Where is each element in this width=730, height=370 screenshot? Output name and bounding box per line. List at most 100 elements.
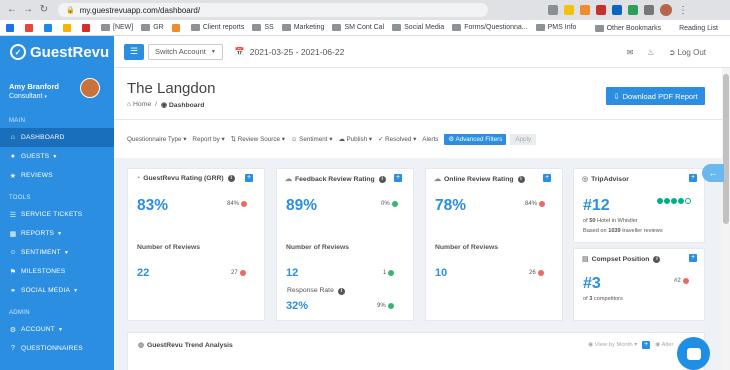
crumb-home[interactable]: ⌂ Home xyxy=(127,101,151,109)
bookmark-folder[interactable]: [NEW] xyxy=(101,24,133,31)
mail-icon[interactable]: ✉ xyxy=(627,48,634,57)
avatar[interactable] xyxy=(80,78,100,98)
reload-icon[interactable]: ↻ xyxy=(38,4,50,16)
sidebar-item-reviews[interactable]: ★ REVIEWS xyxy=(0,166,114,185)
filter-review-source[interactable]: ⇅ Review Source ▾ xyxy=(231,136,285,143)
view-by-dropdown[interactable]: ◉ View by Month ▾ xyxy=(588,342,637,348)
bookmark-icon xyxy=(25,23,33,32)
info-icon[interactable]: i xyxy=(378,175,386,183)
linkedin-icon[interactable] xyxy=(612,5,622,15)
forward-icon[interactable]: → xyxy=(22,4,34,16)
section-label-admin: ADMIN xyxy=(9,310,30,316)
extension-icon[interactable] xyxy=(580,5,590,15)
sidebar-item-dashboard[interactable]: ⌂ DASHBOARD xyxy=(0,128,114,147)
filter-alerts[interactable]: Alerts xyxy=(422,136,438,143)
filter-questionnaire-type[interactable]: Questionnaire Type ▾ xyxy=(127,136,186,143)
bookmark-folder[interactable]: Forms/Questionna... xyxy=(452,24,528,31)
hamburger-menu-button[interactable]: ☰ xyxy=(124,43,144,60)
info-icon[interactable]: i xyxy=(517,175,525,183)
feedback-tab[interactable]: ← xyxy=(702,164,724,182)
bookmark-item[interactable] xyxy=(82,23,93,32)
filter-link[interactable]: ◉ Alter xyxy=(655,342,673,348)
back-icon[interactable]: ← xyxy=(6,4,18,16)
reviews-icon: ★ xyxy=(9,172,17,180)
extension-icon[interactable] xyxy=(628,5,638,15)
puzzle-icon[interactable] xyxy=(644,5,654,15)
info-icon[interactable]: i xyxy=(337,288,345,295)
sidebar-item-milestones[interactable]: ⚑ MILESTONES xyxy=(0,262,114,281)
sidebar-item-reports[interactable]: ▦ REPORTS ▼ xyxy=(0,224,114,243)
bookmark-item[interactable] xyxy=(25,23,36,32)
bookmark-folder[interactable]: SS xyxy=(252,24,274,31)
folder-icon xyxy=(141,24,151,31)
filter-report-by[interactable]: Report by ▾ xyxy=(192,136,224,143)
key-icon[interactable] xyxy=(548,5,558,15)
bookmark-folder[interactable]: Social Media xyxy=(392,24,444,31)
reading-list[interactable]: Reading List xyxy=(679,25,718,32)
trend-controls: ◉ View by Month ▾ + ◉ Alter xyxy=(588,341,673,349)
bookmark-item[interactable] xyxy=(63,23,74,32)
response-rate-label: Response Rate i xyxy=(287,287,345,295)
filter-sentiment[interactable]: ☺ Sentiment ▾ xyxy=(291,136,332,143)
chevron-down-icon: ▼ xyxy=(210,48,216,55)
tripadvisor-based-on: Based on 1039 traveller reviews xyxy=(583,228,663,234)
logout-link[interactable]: ➲ Log Out xyxy=(669,48,706,57)
down-arrow-icon xyxy=(539,201,546,207)
date-range-picker[interactable]: 📅 2021-03-25 - 2021-06-22 xyxy=(235,47,344,57)
app-logo[interactable]: ✓ GuestRevu xyxy=(0,36,114,68)
chevron-down-icon: ▼ xyxy=(63,249,70,256)
filter-resolved[interactable]: ✓ Resolved ▾ xyxy=(378,136,416,143)
add-widget-button[interactable]: + xyxy=(394,174,402,182)
sidebar-item-social-media[interactable]: ⚭ SOCIAL MEDIA ▼ xyxy=(0,281,114,300)
star-icon[interactable] xyxy=(564,5,574,15)
info-icon[interactable]: i xyxy=(653,255,661,263)
bookmark-folder[interactable]: Client reports xyxy=(190,24,244,31)
user-profile[interactable]: Amy Branford Consultant ▾ xyxy=(0,68,114,112)
filter-publish[interactable]: ☁ Publish ▾ xyxy=(338,136,372,143)
extension-icon[interactable] xyxy=(596,5,606,15)
sidebar-item-sentiment[interactable]: ☺ SENTIMENT ▼ xyxy=(0,243,114,262)
home-icon: ⌂ xyxy=(127,101,132,108)
profile-avatar[interactable] xyxy=(660,4,672,16)
folder-icon xyxy=(190,24,200,31)
advanced-filters-button[interactable]: ⚙ Advanced Filters xyxy=(444,133,507,145)
users-icon: ● xyxy=(10,153,16,160)
add-widget-button[interactable]: + xyxy=(642,341,651,349)
bookmark-apps[interactable] xyxy=(6,23,17,32)
chevron-down-icon: ▼ xyxy=(52,153,58,160)
browser-toolbar: ← → ↻ 🔒 my.guestrevuapp.com/dashboard/ ⋮ xyxy=(0,0,730,20)
address-bar[interactable]: 🔒 my.guestrevuapp.com/dashboard/ xyxy=(58,3,488,17)
apply-button[interactable]: Apply xyxy=(510,133,537,145)
bookmark-folder[interactable]: Marketing xyxy=(281,24,324,31)
sidebar-item-service-tickets[interactable]: ☰ SERVICE TICKETS xyxy=(0,205,114,224)
other-bookmarks[interactable]: Other Bookmarks xyxy=(594,24,661,32)
download-pdf-button[interactable]: ⇩ Download PDF Report xyxy=(606,87,705,105)
info-icon[interactable]: i xyxy=(227,175,235,182)
bookmark-folder[interactable]: SM Cont Cal xyxy=(332,24,384,31)
scrollbar-thumb[interactable] xyxy=(723,74,729,224)
bookmark-folder[interactable]: PMS Info xyxy=(535,24,576,31)
add-widget-button[interactable]: + xyxy=(245,174,253,182)
crumb-separator: / xyxy=(155,101,158,108)
app-topbar: ☰ Switch Account ▼ 📅 2021-03-25 - 2021-0… xyxy=(114,36,730,68)
main-content: The Langdon ⌂ Home / ◉ Dashboard ⇩ Downl… xyxy=(114,68,722,370)
folder-icon xyxy=(594,24,604,32)
card-compset: ▤ Compset Position i + #3 #2 of 3 competit… xyxy=(573,248,705,321)
calendar-icon: 📅 xyxy=(234,47,245,56)
bookmark-item[interactable] xyxy=(44,23,55,32)
sidebar-item-guests[interactable]: ● GUESTS ▼ xyxy=(0,147,114,166)
add-widget-button[interactable]: + xyxy=(689,254,697,262)
chat-button[interactable] xyxy=(677,337,710,370)
sidebar-item-questionnaires[interactable]: ? QUESTIONNAIRES xyxy=(0,339,114,358)
sidebar-item-account[interactable]: ⚙ ACCOUNT ▼ xyxy=(0,320,114,339)
response-rate-value: 32% xyxy=(286,300,309,312)
scrollbar[interactable] xyxy=(722,68,730,370)
bell-icon[interactable]: ♨ xyxy=(647,48,654,57)
switch-account-dropdown[interactable]: Switch Account ▼ xyxy=(148,43,223,60)
menu-dots-icon[interactable]: ⋮ xyxy=(678,5,688,16)
add-widget-button[interactable]: + xyxy=(543,174,551,182)
bookmark-folder[interactable] xyxy=(171,23,183,32)
add-widget-button[interactable]: + xyxy=(689,174,697,182)
bookmark-folder[interactable]: GR xyxy=(141,24,164,31)
folder-icon xyxy=(535,24,545,31)
